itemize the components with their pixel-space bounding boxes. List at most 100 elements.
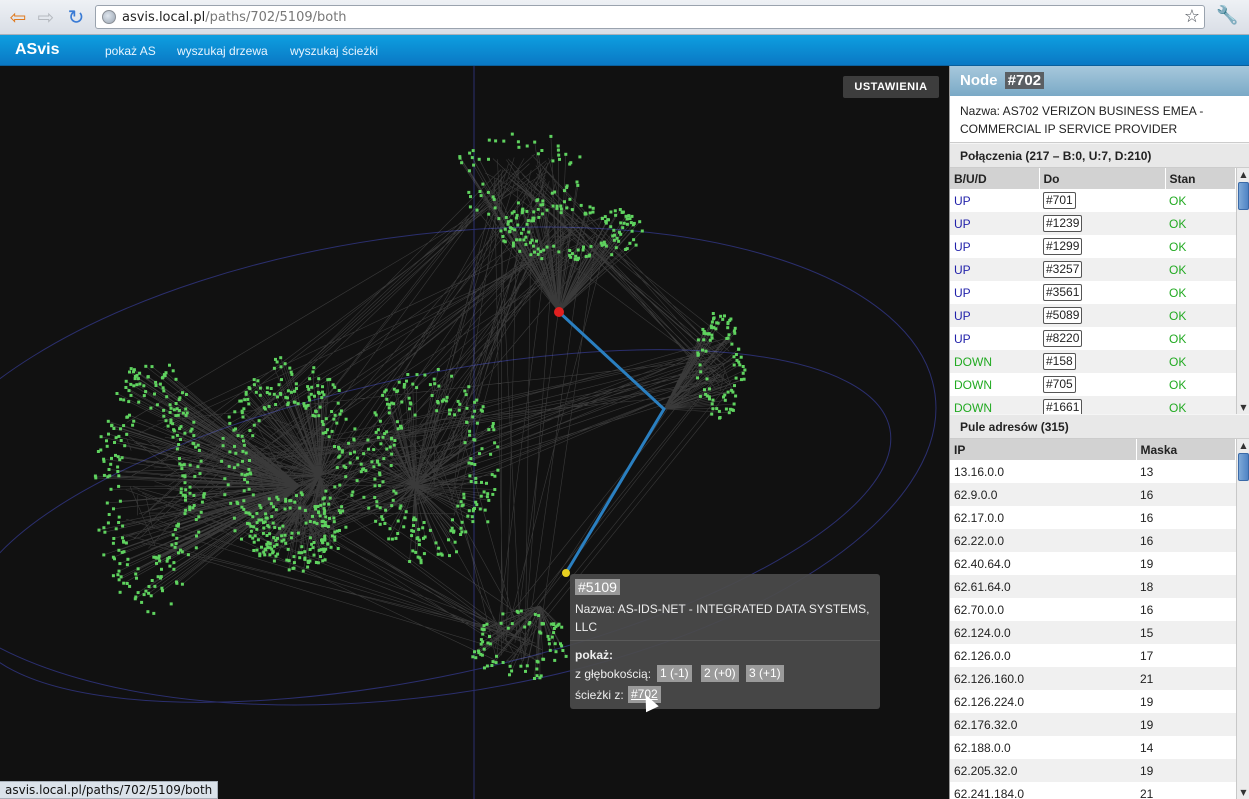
graph-node[interactable] [317, 377, 321, 381]
graph-node[interactable] [612, 228, 616, 232]
graph-node[interactable] [129, 367, 133, 371]
graph-node[interactable] [244, 511, 248, 515]
graph-node[interactable] [628, 241, 632, 245]
brand-logo[interactable]: ASvis [15, 41, 59, 59]
graph-node[interactable] [576, 183, 580, 187]
graph-node[interactable] [417, 527, 421, 531]
graph-node[interactable] [732, 402, 736, 406]
graph-node[interactable] [724, 407, 728, 411]
graph-node[interactable] [149, 594, 153, 598]
graph-node[interactable] [183, 431, 187, 435]
graph-node[interactable] [198, 472, 202, 476]
graph-node[interactable] [563, 200, 566, 204]
graph-node[interactable] [267, 404, 271, 408]
graph-node[interactable] [118, 590, 122, 594]
graph-node[interactable] [560, 625, 564, 629]
graph-node[interactable] [569, 161, 573, 165]
graph-node[interactable] [196, 443, 200, 447]
graph-node[interactable] [516, 140, 520, 144]
graph-node[interactable] [184, 498, 187, 502]
graph-node[interactable] [485, 622, 489, 626]
graph-node[interactable] [255, 521, 259, 525]
graph-node[interactable] [251, 515, 255, 519]
graph-node[interactable] [501, 612, 505, 616]
graph-node[interactable] [614, 246, 618, 250]
graph-node[interactable] [269, 502, 273, 506]
graph-node[interactable] [552, 244, 556, 248]
graph-node[interactable] [162, 408, 166, 412]
graph-node[interactable] [494, 139, 498, 143]
graph-node[interactable] [114, 453, 117, 457]
graph-node[interactable] [107, 468, 111, 471]
graph-node[interactable] [619, 221, 623, 225]
graph-node[interactable] [308, 536, 312, 540]
graph-node[interactable] [631, 223, 635, 227]
graph-node[interactable] [178, 457, 181, 460]
graph-node[interactable] [478, 190, 482, 193]
graph-node[interactable] [107, 513, 111, 516]
graph-node[interactable] [295, 387, 298, 390]
graph-node[interactable] [466, 514, 470, 518]
graph-node[interactable] [122, 398, 126, 402]
graph-node[interactable] [272, 505, 275, 509]
graph-node[interactable] [540, 257, 544, 261]
graph-node[interactable] [257, 518, 261, 522]
graph-node[interactable] [117, 434, 121, 438]
graph-node[interactable] [318, 514, 322, 518]
graph-node[interactable] [240, 472, 244, 476]
graph-node[interactable] [335, 529, 339, 533]
forward-arrow-icon[interactable]: ⇨ [34, 6, 58, 28]
node-link[interactable]: #3257 [1043, 261, 1083, 278]
graph-node[interactable] [168, 564, 172, 568]
graph-node[interactable] [390, 437, 394, 441]
graph-node[interactable] [108, 474, 112, 478]
graph-node[interactable] [472, 438, 476, 442]
graph-node[interactable] [472, 163, 476, 167]
graph-node[interactable] [378, 419, 382, 423]
graph-node[interactable] [473, 463, 477, 466]
graph-node[interactable] [248, 534, 252, 538]
graph-node[interactable] [352, 437, 356, 441]
graph-node[interactable] [341, 509, 345, 513]
graph-node[interactable] [306, 385, 310, 389]
graph-node[interactable] [559, 207, 563, 211]
graph-node[interactable] [344, 525, 348, 529]
graph-node[interactable] [499, 229, 503, 233]
graph-node[interactable] [338, 412, 342, 416]
graph-node[interactable] [292, 400, 296, 404]
graph-node[interactable] [242, 439, 245, 443]
graph-node[interactable] [272, 392, 276, 396]
graph-node[interactable] [274, 357, 277, 361]
graph-node[interactable] [323, 534, 327, 538]
graph-node[interactable] [453, 540, 457, 544]
graph-node[interactable] [485, 495, 489, 499]
graph-node[interactable] [140, 600, 144, 604]
graph-node[interactable] [105, 444, 109, 448]
graph-node[interactable] [396, 532, 400, 535]
graph-node[interactable] [704, 349, 708, 353]
graph-node[interactable] [479, 494, 483, 498]
graph-node[interactable] [236, 502, 240, 505]
graph-node[interactable] [359, 470, 363, 474]
reload-icon[interactable]: ↻ [64, 6, 88, 28]
graph-node[interactable] [628, 217, 632, 221]
graph-node[interactable] [129, 393, 133, 397]
graph-node[interactable] [223, 477, 227, 481]
graph-node[interactable] [486, 641, 490, 645]
graph-node[interactable] [415, 386, 419, 390]
graph-node[interactable] [337, 389, 341, 392]
graph-node[interactable] [226, 483, 230, 487]
graph-node[interactable] [110, 456, 113, 460]
graph-node[interactable] [314, 507, 318, 511]
graph-node[interactable] [533, 250, 536, 254]
graph-node[interactable] [390, 401, 394, 405]
table-row[interactable]: DOWN #1661 OK [950, 396, 1236, 414]
graph-node[interactable] [701, 348, 704, 352]
graph-node[interactable] [317, 414, 321, 418]
table-row[interactable]: UP #1239 OK [950, 212, 1236, 235]
graph-node[interactable] [555, 204, 559, 208]
graph-node[interactable] [710, 402, 714, 406]
graph-node[interactable] [437, 546, 441, 550]
graph-node[interactable] [471, 520, 475, 524]
graph-node[interactable] [444, 399, 448, 403]
